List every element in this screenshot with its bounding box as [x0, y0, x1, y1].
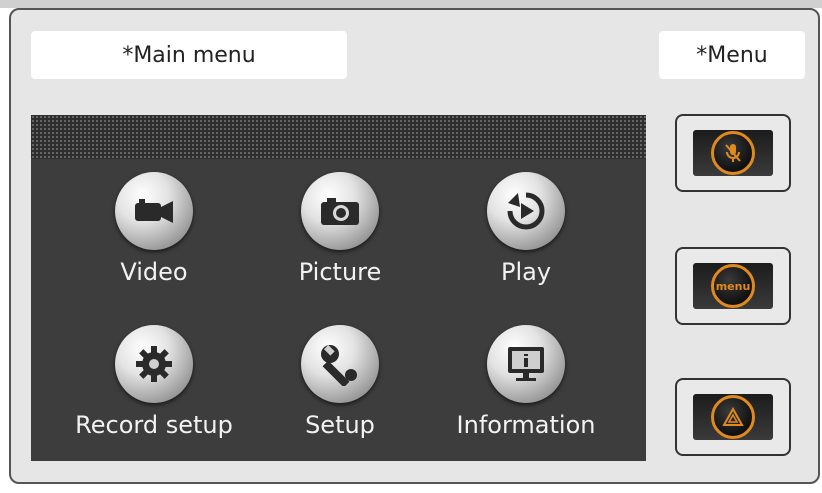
camera-icon [301, 172, 379, 250]
information-icon [487, 325, 565, 403]
play-tile[interactable]: Play [431, 172, 621, 286]
hazard-icon [711, 395, 755, 439]
hazard-button[interactable] [675, 378, 791, 456]
setup-tile[interactable]: Setup [245, 325, 435, 439]
hazard-button-face [693, 394, 773, 440]
video-tile[interactable]: Video [59, 172, 249, 286]
play-label: Play [500, 258, 552, 286]
top-strip [0, 0, 822, 8]
screen-header-texture [31, 115, 646, 159]
video-camera-icon [115, 172, 193, 250]
record-setup-tile[interactable]: Record setup [59, 325, 249, 439]
menu-label: *Menu [659, 31, 805, 79]
menu-icon: menu [711, 264, 755, 308]
play-icon [487, 172, 565, 250]
video-label: Video [120, 258, 188, 286]
information-tile[interactable]: Information [431, 325, 621, 439]
menu-button[interactable]: menu [675, 247, 791, 325]
main-menu-label: *Main menu [31, 31, 347, 79]
mic-mute-icon [711, 131, 755, 175]
mic-mute-button[interactable] [675, 114, 791, 192]
menu-button-face: menu [693, 263, 773, 309]
setup-label: Setup [305, 411, 375, 439]
wrench-icon [301, 325, 379, 403]
picture-label: Picture [298, 258, 382, 286]
information-label: Information [456, 411, 596, 439]
picture-tile[interactable]: Picture [245, 172, 435, 286]
main-menu-screen: Video Picture Play Record setup Setup In… [31, 115, 646, 461]
mic-mute-button-face [693, 130, 773, 176]
gear-icon [115, 325, 193, 403]
record-setup-label: Record setup [75, 411, 233, 439]
